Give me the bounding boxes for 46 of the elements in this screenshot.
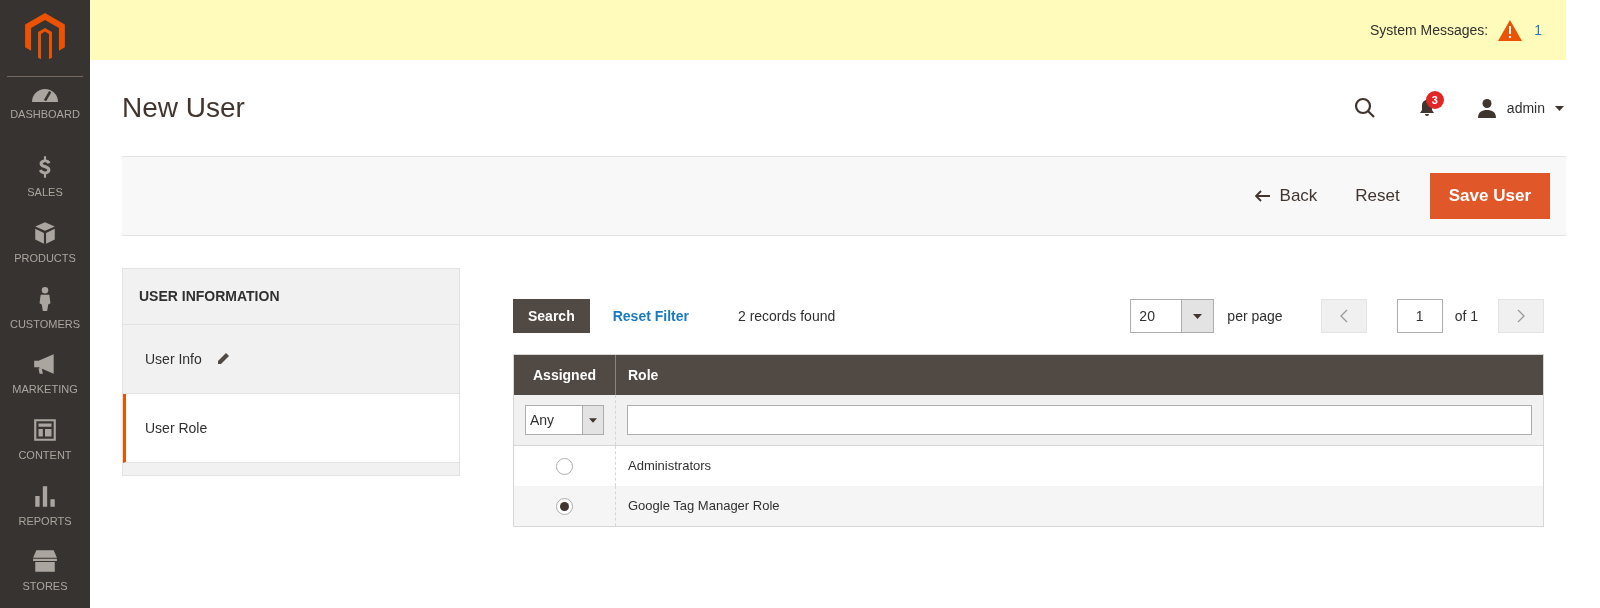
system-messages-count[interactable]: 1 <box>1534 19 1542 41</box>
search-icon[interactable] <box>1352 96 1377 120</box>
back-button[interactable]: Back <box>1240 173 1332 219</box>
chevron-left-icon <box>1339 309 1348 323</box>
sidebar-nav-item[interactable]: MARKETING <box>0 345 90 411</box>
logo-icon[interactable] <box>25 13 65 59</box>
sidebar-nav-item[interactable]: CONTENT <box>0 411 90 477</box>
box-icon <box>32 220 58 247</box>
system-messages-label: System Messages: <box>1369 20 1489 40</box>
user-account-menu[interactable]: admin <box>1476 97 1564 119</box>
table-cell-text: Google Tag Manager Role <box>627 497 781 516</box>
save-user-button[interactable]: Save User <box>1429 173 1550 219</box>
radio-button[interactable] <box>556 497 573 515</box>
user-icon <box>1476 98 1497 118</box>
tabs-panel-title: USER INFORMATION <box>123 269 459 325</box>
column-header[interactable]: Role <box>616 355 1543 395</box>
assigned-filter-select[interactable]: Any <box>525 405 604 435</box>
per-page-label: per page <box>1227 306 1283 326</box>
records-count: 2 records found <box>737 306 837 326</box>
caret-icon <box>1193 313 1203 319</box>
page-title: New User <box>122 91 246 125</box>
sidebar-nav-item[interactable]: CUSTOMERS <box>0 279 90 346</box>
sidebar-nav-item[interactable]: PRODUCTS <box>0 214 90 280</box>
warning-icon <box>1498 19 1523 41</box>
storefront-icon <box>32 548 58 575</box>
role-filter-field[interactable] <box>627 405 1532 435</box>
search-button[interactable]: Search <box>513 299 590 333</box>
sidebar-nav-item[interactable]: SALES <box>0 148 90 215</box>
table-cell-text: Administrators <box>627 457 713 476</box>
layout-icon <box>32 417 58 443</box>
side-tab[interactable]: User Role <box>123 394 459 463</box>
left-arrow-icon <box>1254 190 1270 202</box>
sidebar-nav-item[interactable]: STORES <box>0 542 90 608</box>
caret-icon <box>1555 105 1564 111</box>
page-number-field[interactable]: 1 <box>1396 299 1443 333</box>
reset-button[interactable]: Reset <box>1341 173 1414 219</box>
page-count: of 1 <box>1454 306 1478 326</box>
caret-icon <box>589 417 597 423</box>
reset-filter-link[interactable]: Reset Filter <box>612 305 689 327</box>
sidebar-nav-item[interactable]: REPORTS <box>0 476 90 543</box>
radio-button[interactable] <box>556 457 573 475</box>
sidebar-nav-item[interactable]: DASHBOARD <box>0 82 90 149</box>
per-page-select[interactable]: 20 <box>1130 299 1215 333</box>
gauge-icon <box>32 88 58 102</box>
chevron-right-icon <box>1517 309 1525 323</box>
notification-count: 3 <box>1425 91 1444 109</box>
